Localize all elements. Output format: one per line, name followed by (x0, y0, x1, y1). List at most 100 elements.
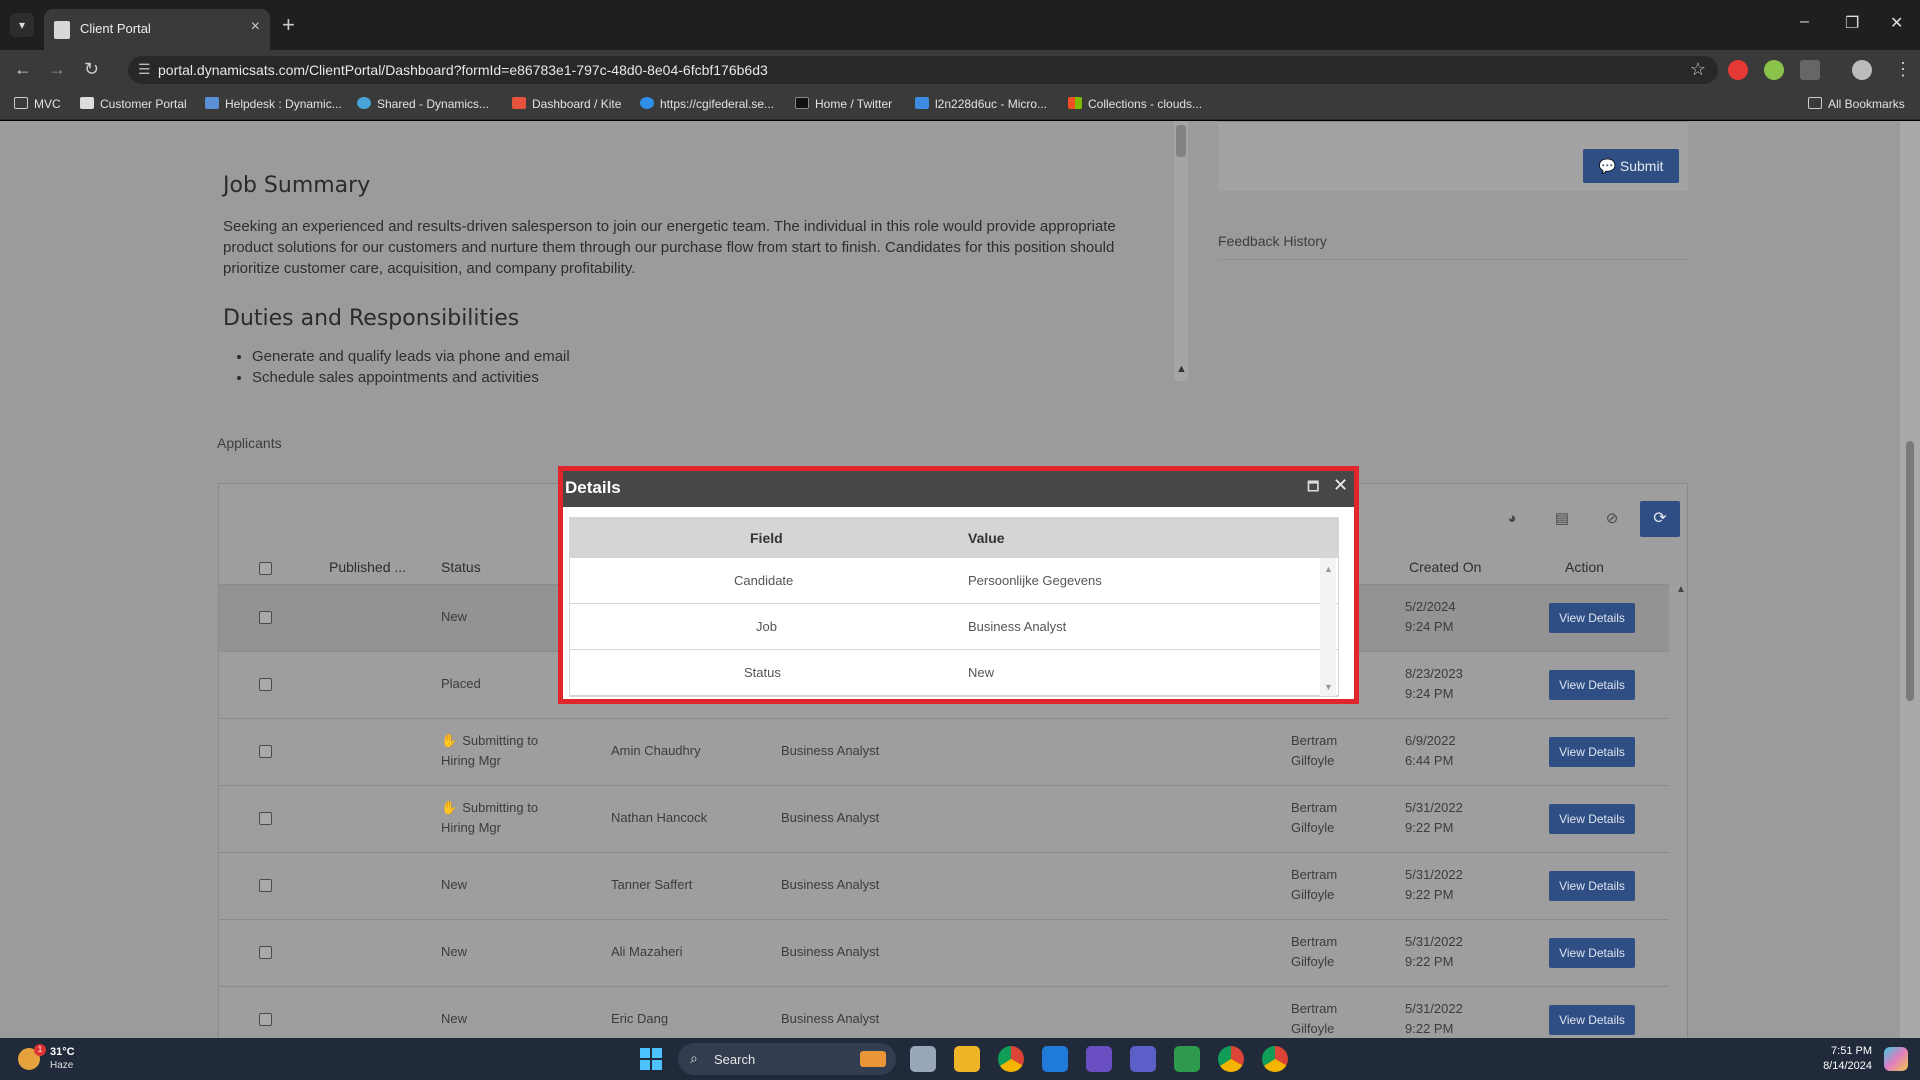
scroll-up-icon[interactable]: ▲ (1676, 584, 1686, 595)
taskbar-search[interactable]: ⌕ Search (678, 1043, 896, 1075)
submit-button[interactable]: 💬 Submit (1583, 149, 1679, 183)
job-description-scrollbar[interactable]: ▲ (1174, 121, 1188, 381)
columns-icon[interactable]: ▤ (1551, 508, 1573, 530)
chrome-profile-icon[interactable] (1218, 1046, 1244, 1072)
table-row[interactable]: ✋ Submitting to Hiring Mgr Amin Chaudhry Bus… (219, 718, 1669, 785)
row-checkbox[interactable] (259, 745, 272, 758)
view-details-button[interactable]: View Details (1549, 871, 1635, 901)
azure-icon (915, 97, 929, 109)
extension-green-icon[interactable] (1764, 60, 1784, 80)
extensions-puzzle-icon[interactable] (1800, 60, 1820, 80)
row-checkbox[interactable] (259, 812, 272, 825)
view-details-button[interactable]: View Details (1549, 737, 1635, 767)
bookmark-item[interactable]: Customer Portal (80, 97, 187, 111)
bookmark-item[interactable]: Dashboard / Kite (512, 97, 621, 111)
job-cell: Business Analyst (781, 743, 880, 758)
site-info-icon[interactable]: ☰ (138, 61, 151, 78)
bookmark-item[interactable]: https://cgifederal.se... (640, 97, 774, 111)
window-close-icon[interactable]: ✕ (1890, 13, 1903, 33)
outlook-icon[interactable] (1042, 1046, 1068, 1072)
minimize-icon[interactable]: – (1800, 13, 1809, 31)
page-scrollbar[interactable] (1900, 121, 1920, 1038)
view-details-button[interactable]: View Details (1549, 603, 1635, 633)
view-details-button[interactable]: View Details (1549, 938, 1635, 968)
windows-start-icon[interactable] (640, 1048, 662, 1070)
table-row[interactable]: New Tanner Saffert Business Analyst Bertram… (219, 852, 1669, 919)
search-label: Search (714, 1052, 756, 1067)
teams-classic-icon[interactable] (1130, 1046, 1156, 1072)
bookmark-item[interactable]: MVC (14, 97, 61, 111)
row-checkbox[interactable] (259, 678, 272, 691)
system-clock[interactable]: 7:51 PM 8/14/2024 (1796, 1044, 1872, 1074)
duties-heading: Duties and Responsibilities (223, 306, 520, 331)
field-value: Business Analyst (968, 619, 1067, 634)
column-header-status[interactable]: Status (441, 559, 481, 575)
task-view-icon[interactable] (910, 1046, 936, 1072)
new-tab-icon[interactable]: + (282, 12, 295, 38)
tab-close-icon[interactable]: × (251, 18, 260, 36)
row-checkbox[interactable] (259, 946, 272, 959)
table-row[interactable]: New Eric Dang Business Analyst Bertram Gilfo… (219, 986, 1669, 1038)
forward-arrow-icon[interactable]: → (48, 59, 66, 80)
bookmark-item[interactable]: l2n228d6uc - Micro... (915, 97, 1047, 111)
scroll-down-icon[interactable]: ▲ (1176, 363, 1187, 375)
bookmark-item[interactable]: Home / Twitter (795, 97, 892, 111)
created-on-cell: 8/23/2023 9:24 PM (1405, 666, 1463, 701)
globe-icon[interactable]: ◕ (1501, 508, 1523, 530)
file-explorer-icon[interactable] (954, 1046, 980, 1072)
field-name: Job (756, 619, 777, 634)
modal-header[interactable]: Details 🗖 ✕ (563, 471, 1354, 507)
scroll-up-icon[interactable]: ▲ (1324, 564, 1333, 574)
browser-menu-icon[interactable]: ⋮ (1894, 59, 1912, 80)
row-checkbox[interactable] (259, 1013, 272, 1026)
status-cell: ✋ Submitting to Hiring Mgr (441, 733, 539, 768)
list-item: Generate and qualify leads via phone and… (252, 346, 570, 367)
excel-icon[interactable] (1174, 1046, 1200, 1072)
row-checkbox[interactable] (259, 879, 272, 892)
extension-red-icon[interactable] (1728, 60, 1748, 80)
folder-icon (1808, 97, 1822, 109)
bookmark-item[interactable]: Collections - clouds... (1068, 97, 1202, 111)
job-cell: Business Analyst (781, 944, 880, 959)
profile-avatar[interactable] (1852, 60, 1872, 80)
row-checkbox[interactable] (259, 611, 272, 624)
select-all-checkbox[interactable] (259, 562, 272, 575)
field-value: New (968, 665, 995, 680)
grid-scrollbar[interactable]: ▲ (1673, 584, 1687, 1038)
table-row[interactable]: ✋ Submitting to Hiring Mgr Nathan Hancock Bu… (219, 785, 1669, 852)
browser-tab-active[interactable]: Client Portal × (44, 9, 270, 50)
restore-icon[interactable]: ❐ (1845, 13, 1859, 33)
back-arrow-icon[interactable]: ← (14, 59, 32, 80)
scrollbar-thumb[interactable] (1906, 441, 1914, 701)
address-bar[interactable]: ☰ portal.dynamicsats.com/ClientPortal/Da… (128, 56, 1718, 84)
clear-filter-icon[interactable]: ⊘ (1601, 508, 1623, 530)
hand-icon: ✋ (441, 800, 458, 815)
maximize-icon[interactable]: 🗖 (1307, 478, 1319, 500)
tab-search-icon[interactable]: ▾ (10, 13, 34, 37)
copilot-icon[interactable] (1884, 1047, 1908, 1071)
weather-widget[interactable]: 1 31°C Haze (18, 1044, 108, 1076)
bookmark-item[interactable]: Shared - Dynamics... (357, 97, 489, 111)
chrome-icon[interactable] (998, 1046, 1024, 1072)
bookmark-star-icon[interactable]: ☆ (1690, 59, 1706, 80)
chrome-profile-icon[interactable] (1262, 1046, 1288, 1072)
view-details-button[interactable]: View Details (1549, 804, 1635, 834)
column-header-published[interactable]: Published ... (329, 559, 406, 575)
reload-icon[interactable]: ↻ (84, 59, 99, 80)
view-details-button[interactable]: View Details (1549, 1005, 1635, 1035)
search-highlight-icon (860, 1051, 886, 1067)
scrollbar-track[interactable] (1320, 558, 1336, 696)
owner-cell: Bertram Gilfoyle (1291, 800, 1338, 835)
bookmark-item[interactable]: Helpdesk : Dynamic... (205, 97, 342, 111)
scroll-down-icon[interactable]: ▼ (1324, 682, 1333, 692)
created-on-cell: 6/9/2022 6:44 PM (1405, 733, 1456, 768)
column-header-created-on[interactable]: Created On (1409, 559, 1481, 575)
close-icon[interactable]: ✕ (1333, 475, 1348, 496)
owner-cell: Bertram Gilfoyle (1291, 934, 1338, 969)
all-bookmarks[interactable]: All Bookmarks (1808, 97, 1905, 111)
teams-icon[interactable] (1086, 1046, 1112, 1072)
table-row[interactable]: New Ali Mazaheri Business Analyst Bertram Gi… (219, 919, 1669, 986)
scrollbar-thumb[interactable] (1176, 125, 1186, 157)
view-details-button[interactable]: View Details (1549, 670, 1635, 700)
refresh-button[interactable]: ⟳ (1640, 501, 1680, 537)
